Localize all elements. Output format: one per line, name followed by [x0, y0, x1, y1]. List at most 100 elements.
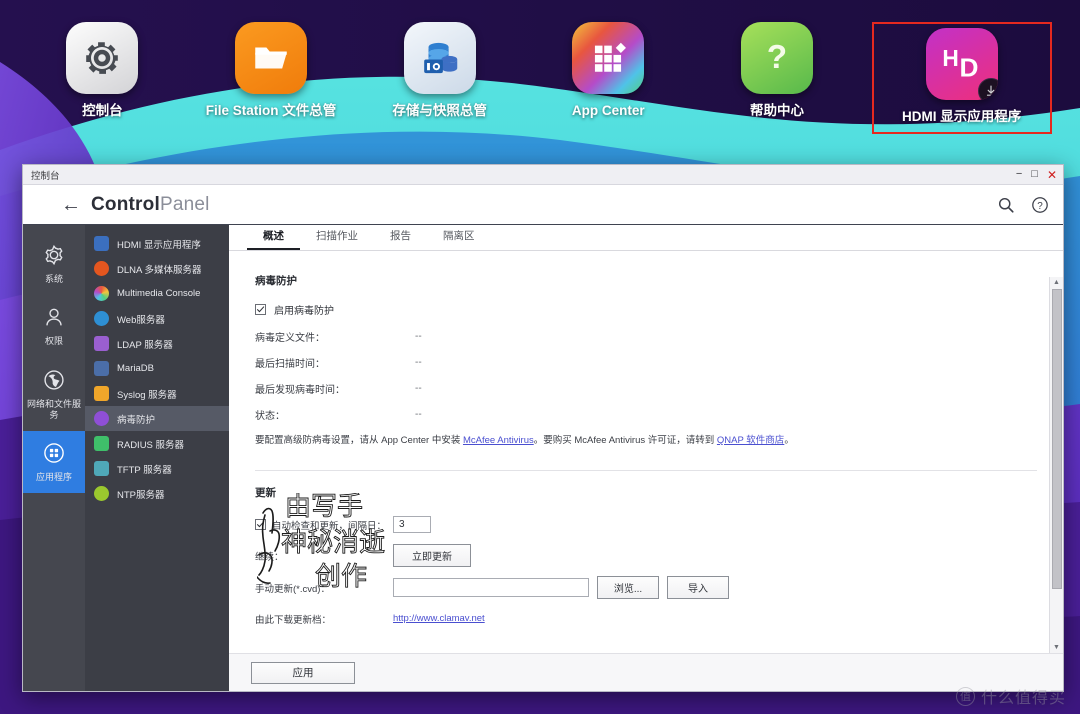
app-icon: [94, 261, 109, 276]
update-now-button[interactable]: 立即更新: [393, 544, 471, 568]
mcafee-antivirus-link[interactable]: McAfee Antivirus: [463, 435, 534, 446]
desktop-icon-label: App Center: [571, 103, 645, 118]
maximize-button[interactable]: □: [1031, 169, 1038, 180]
desktop-icon-file-station[interactable]: File Station 文件总管: [197, 22, 345, 120]
list-item[interactable]: HDMI 显示应用程序: [85, 231, 229, 256]
list-item[interactable]: Syslog 服务器: [85, 381, 229, 406]
field-last-scan: 最后扫描时间： --: [255, 355, 1037, 370]
update-section: 更新 自动检查和更新，间隔日： 3 继续： 立即更新 手动更新(*.cvd)： …: [255, 485, 1037, 629]
control-panel-window: 控制台 − □ ✕ ← ControlPanel ? 系统 权限 网络和文件服务…: [22, 164, 1064, 692]
sidebar-item-network-file-services[interactable]: 网络和文件服务: [23, 358, 85, 432]
import-button[interactable]: 导入: [667, 576, 729, 600]
auto-update-row: 自动检查和更新，间隔日：: [255, 514, 1037, 535]
list-item-label: LDAP 服务器: [117, 339, 173, 351]
clamav-url-link[interactable]: http://www.clamav.net: [393, 613, 485, 624]
app-title-light: Panel: [159, 193, 210, 215]
desktop-icon-label: HDMI 显示应用程序: [901, 109, 1022, 124]
settings-pane: 病毒防护 启用病毒防护 病毒定义文件： -- 最后扫描时间： -- 最后发现病毒…: [229, 251, 1063, 653]
desktop-icon-label: 存储与快照总管: [392, 103, 487, 118]
app-title-bold: Control: [91, 193, 160, 215]
folder-icon: [234, 22, 307, 94]
scroll-up-arrow-icon[interactable]: ▲: [1053, 277, 1060, 288]
manual-update-path-input[interactable]: [393, 578, 589, 598]
app-icon: [94, 411, 109, 426]
scrollbar-thumb[interactable]: [1051, 289, 1062, 589]
search-icon[interactable]: [997, 196, 1015, 214]
desktop-icon-help-center[interactable]: ? 帮助中心: [703, 22, 851, 120]
list-item-label: NTP服务器: [117, 489, 165, 501]
field-value: --: [415, 383, 422, 394]
manual-update-row: 手动更新(*.cvd)： 浏览... 导入: [255, 576, 1037, 600]
update-interval-input[interactable]: [393, 516, 431, 534]
enable-antivirus-label: 启用病毒防护: [274, 306, 334, 317]
user-icon: [41, 304, 67, 330]
svg-text:?: ?: [1037, 200, 1043, 211]
smzdm-mark-icon: 值: [955, 686, 975, 706]
desktop-icon-row: 控制台 File Station 文件总管 存储与快照总管 App Center…: [0, 0, 1080, 160]
note-text-1: 要配置高级防病毒设置，请从 App Center 中安装: [255, 435, 463, 446]
list-item-antivirus[interactable]: 病毒防护: [85, 406, 229, 431]
header-actions: ?: [997, 196, 1049, 214]
list-item-label: DLNA 多媒体服务器: [117, 264, 202, 276]
list-item[interactable]: Multimedia Console: [85, 281, 229, 306]
sidebar-item-privilege[interactable]: 权限: [23, 295, 85, 357]
field-virus-definition: 病毒定义文件： --: [255, 329, 1037, 344]
sidebar-item-applications[interactable]: 应用程序: [23, 431, 85, 494]
tab-reports[interactable]: 报告: [374, 228, 427, 250]
app-icon: [94, 311, 109, 326]
sidebar-item-label: 系统: [44, 274, 63, 284]
list-item-label: Syslog 服务器: [117, 389, 177, 401]
qnap-software-store-link[interactable]: QNAP 软件商店: [717, 435, 784, 446]
list-item[interactable]: TFTP 服务器: [85, 456, 229, 481]
enable-antivirus-checkbox[interactable]: [255, 304, 266, 315]
list-item-label: TFTP 服务器: [117, 464, 172, 476]
apply-button[interactable]: 应用: [251, 661, 355, 684]
continue-label: 继续：: [255, 551, 284, 563]
field-label: 病毒定义文件：: [255, 333, 325, 344]
svg-text:H: H: [942, 45, 958, 71]
content-area: 概述 扫描作业 报告 隔离区 病毒防护 启用病毒防护 病毒定义文件： -- 最后…: [229, 225, 1063, 691]
vertical-scrollbar[interactable]: ▲ ▼: [1049, 277, 1063, 653]
close-button[interactable]: ✕: [1047, 169, 1057, 181]
scroll-area: 病毒防护 启用病毒防护 病毒定义文件： -- 最后扫描时间： -- 最后发现病毒…: [229, 251, 1063, 653]
auto-update-checkbox[interactable]: [255, 519, 266, 531]
minimize-button[interactable]: −: [1016, 169, 1022, 180]
list-item[interactable]: MariaDB: [85, 356, 229, 381]
list-item[interactable]: DLNA 多媒体服务器: [85, 256, 229, 281]
auto-update-label-group: 自动检查和更新，间隔日：: [255, 518, 393, 532]
auto-update-label: 自动检查和更新，间隔日：: [272, 520, 387, 532]
desktop-icon-label: File Station 文件总管: [205, 103, 337, 118]
tab-scan-jobs[interactable]: 扫描作业: [300, 228, 374, 250]
browse-button[interactable]: 浏览...: [597, 576, 659, 600]
help-icon[interactable]: ?: [1031, 196, 1049, 214]
desktop-icon-hdmi-app[interactable]: H D HDMI 显示应用程序: [871, 22, 1052, 134]
back-arrow-icon[interactable]: ←: [61, 195, 81, 215]
manual-update-label: 手动更新(*.cvd)：: [255, 583, 330, 595]
list-item[interactable]: Web服务器: [85, 306, 229, 331]
scroll-down-arrow-icon[interactable]: ▼: [1053, 642, 1060, 653]
sidebar-item-system[interactable]: 系统: [23, 233, 85, 295]
desktop-icon-control-panel[interactable]: 控制台: [28, 22, 176, 120]
window-body: 系统 权限 网络和文件服务 应用程序 HDMI 显示应用程序 DLNA 多媒体服…: [23, 225, 1063, 691]
app-icon: [94, 286, 109, 301]
tab-overview[interactable]: 概述: [247, 228, 300, 250]
field-label: 最后扫描时间：: [255, 359, 325, 370]
section-title-antivirus: 病毒防护: [255, 275, 297, 287]
update-now-row: 继续： 立即更新: [255, 544, 1037, 568]
download-badge-icon: [977, 78, 998, 100]
gear-icon: [66, 22, 139, 94]
antivirus-note: 要配置高级防病毒设置，请从 App Center 中安装 McAfee Anti…: [255, 433, 1037, 448]
page-title: ControlPanel: [91, 194, 210, 216]
list-item[interactable]: RADIUS 服务器: [85, 431, 229, 456]
desktop-icon-app-center[interactable]: App Center: [534, 22, 682, 120]
grid-icon: [572, 22, 645, 94]
list-item[interactable]: LDAP 服务器: [85, 331, 229, 356]
enable-antivirus-row: 启用病毒防护: [255, 302, 1037, 317]
note-text-3: 。: [784, 435, 794, 446]
sidebar-item-label: 应用程序: [35, 472, 72, 482]
desktop-icon-label: 帮助中心: [749, 103, 804, 118]
tab-quarantine[interactable]: 隔离区: [427, 228, 491, 250]
field-value: --: [415, 331, 422, 342]
desktop-icon-storage-snapshot[interactable]: 存储与快照总管: [366, 22, 514, 120]
list-item[interactable]: NTP服务器: [85, 481, 229, 506]
